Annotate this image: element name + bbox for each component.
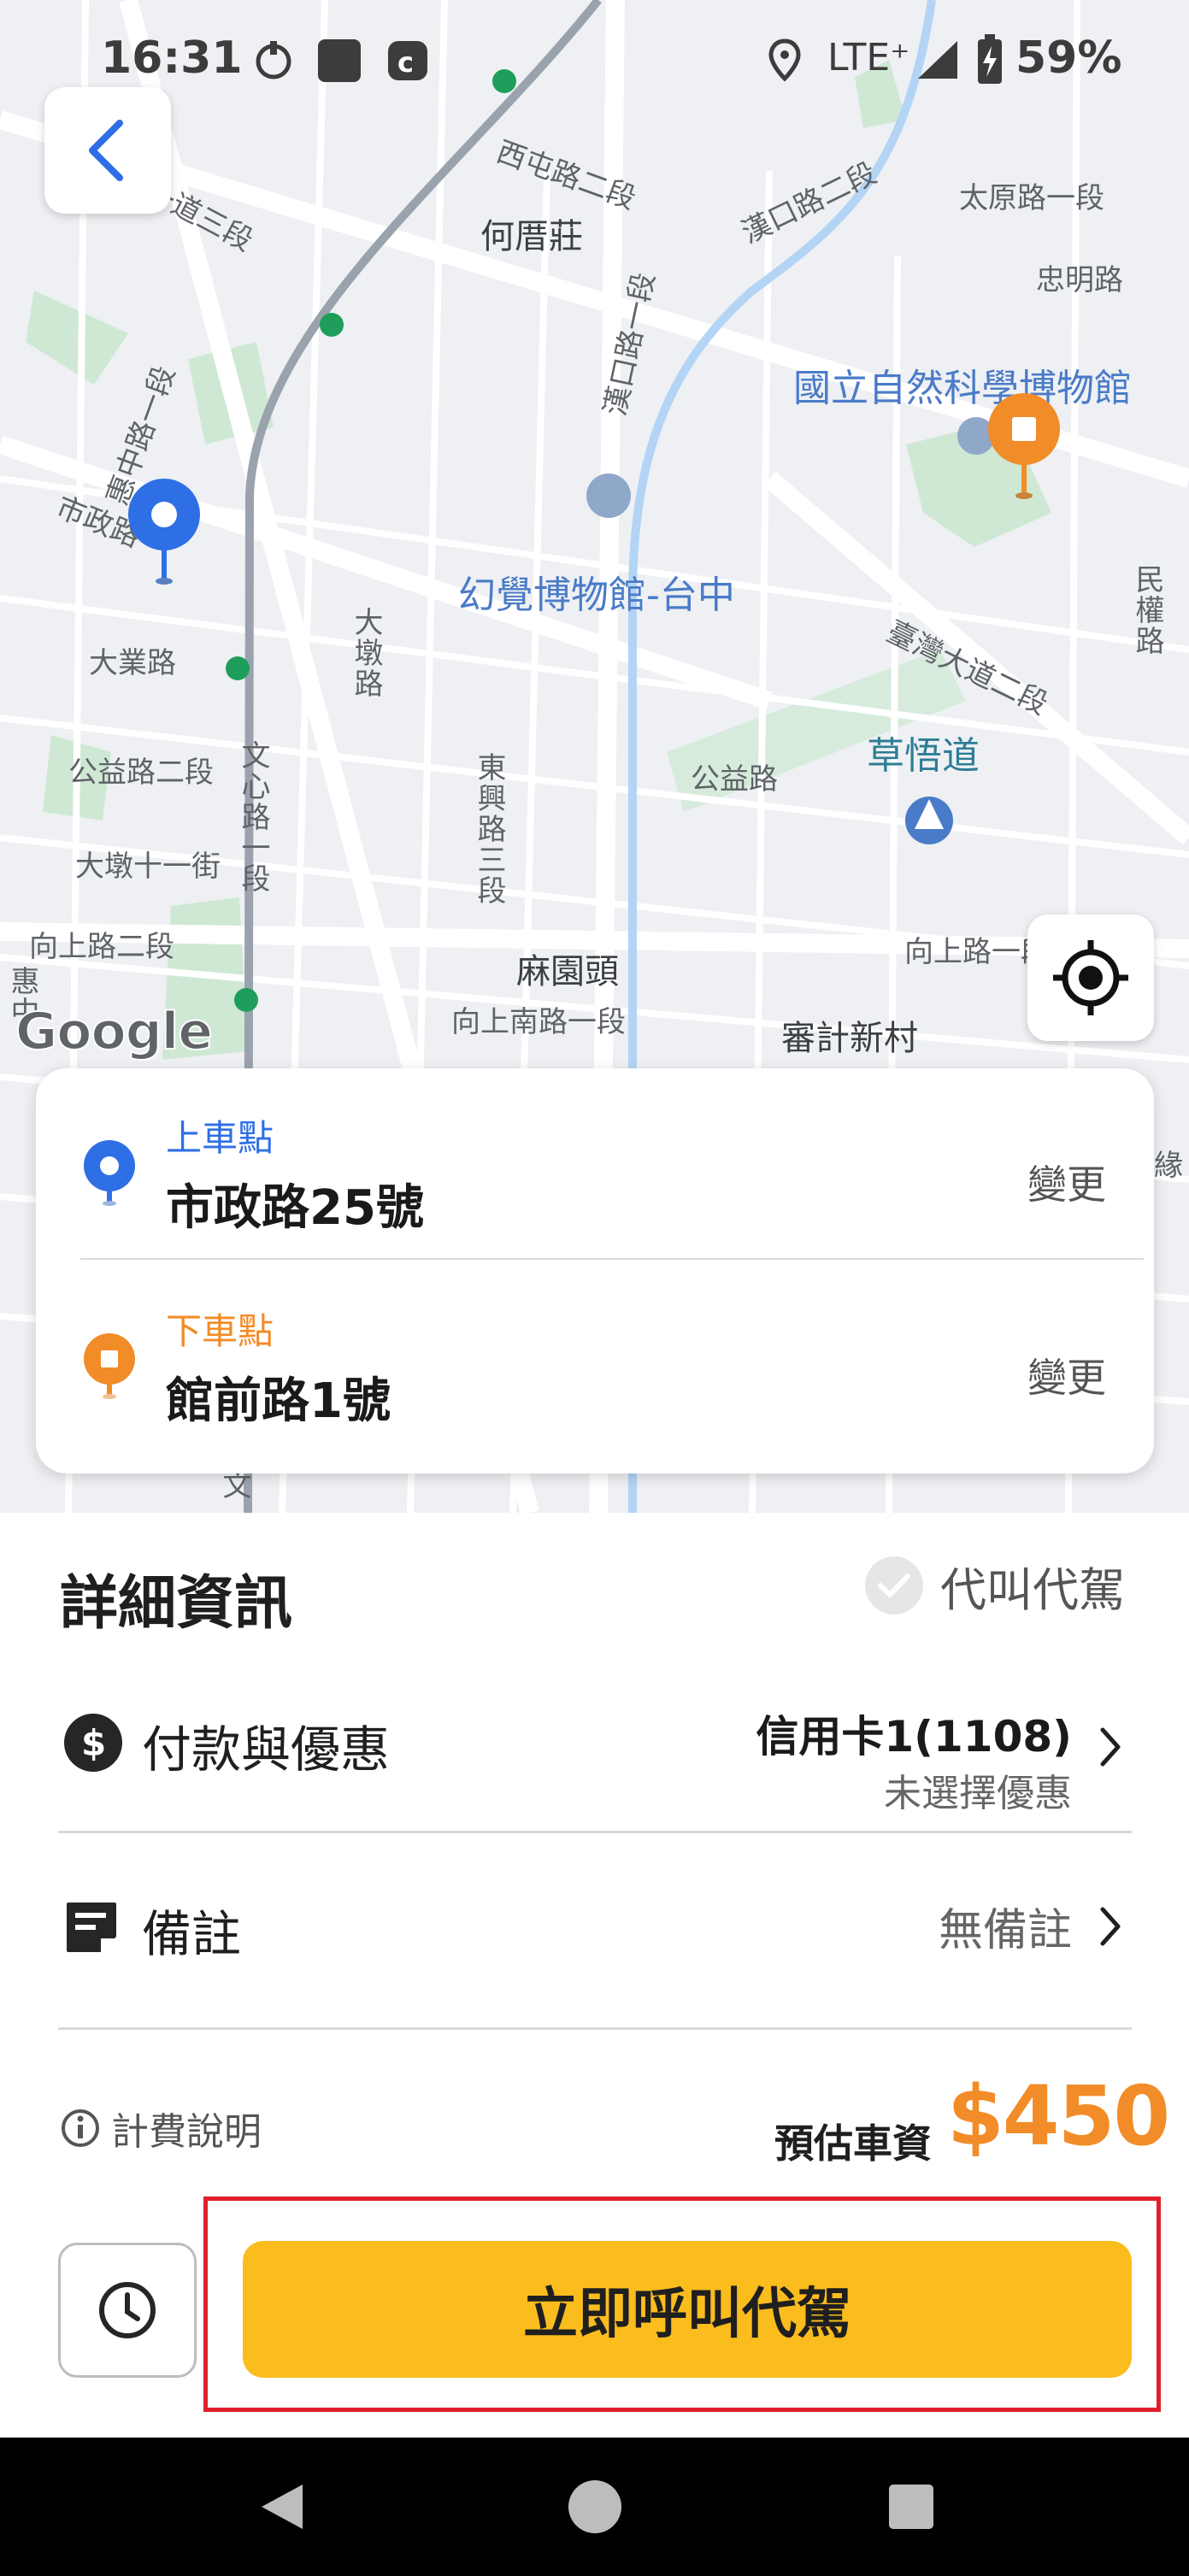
locate-icon (1053, 940, 1128, 1015)
status-time: 16:31 (101, 32, 243, 84)
note-icon (67, 1903, 116, 1952)
map-label: 緣 (1154, 1149, 1183, 1183)
payment-card: 信用卡1(1108) (756, 1712, 1072, 1761)
divider (80, 1258, 1144, 1260)
image-notification-icon (318, 39, 361, 82)
back-button[interactable] (44, 87, 171, 214)
map-label: 文心路一段 (236, 740, 270, 894)
app-notification-icon (256, 41, 291, 79)
dollar-icon: $ (64, 1714, 122, 1772)
map-label: 麻園頭 (516, 952, 619, 991)
map-label: 民權路 (1130, 564, 1164, 656)
map-label: 向上南路一段 (451, 1005, 626, 1039)
battery-charging-icon (978, 34, 1002, 84)
app-c-notification-icon: c (388, 41, 427, 80)
map-label: 何厝莊 (480, 217, 583, 256)
chevron-right-icon (1100, 1907, 1121, 1946)
pickup-pin-icon (128, 479, 200, 585)
map-label-caowudao: 草悟道 (867, 734, 980, 778)
map-label: 文 (217, 1470, 251, 1501)
dropoff-label: 下車點 (166, 1310, 274, 1352)
pickup-address: 市政路25號 (166, 1180, 424, 1236)
route-card: 上車點 市政路25號 變更 下車點 館前路1號 變更 (36, 1068, 1154, 1473)
dropoff-row[interactable]: 下車點 館前路1號 變更 (36, 1262, 1154, 1458)
map-label: 大墩路 (349, 607, 383, 699)
svg-text:c: c (397, 46, 414, 79)
google-logo: Google (15, 1001, 214, 1062)
nav-recents-button[interactable] (868, 2438, 954, 2576)
map-label: 東興路三段 (472, 752, 506, 906)
nav-home-icon (568, 2480, 621, 2533)
svg-text:$: $ (81, 1722, 106, 1764)
pickup-label: 上車點 (166, 1117, 274, 1159)
note-label: 備註 (142, 1905, 242, 1963)
divider (58, 1831, 1132, 1833)
proxy-call-label: 代叫代駕 (940, 1562, 1125, 1617)
nav-home-button[interactable] (552, 2438, 638, 2576)
status-bar: 16:31 c LTE⁺ 59% (0, 0, 1189, 120)
map-label-illusion-museum: 幻覺博物館-台中 (458, 573, 735, 617)
map-label: 大業路 (89, 646, 176, 680)
map-label-museum: 國立自然科學博物館 (793, 367, 1132, 410)
dropoff-pin-icon (988, 393, 1060, 499)
proxy-call-toggle[interactable]: 代叫代駕 (865, 1551, 1125, 1620)
my-location-button[interactable] (1027, 915, 1154, 1041)
check-icon[interactable] (865, 1556, 923, 1614)
divider (58, 2027, 1132, 2030)
payment-coupon: 未選擇優惠 (884, 1772, 1072, 1815)
payment-row[interactable]: $ 付款與優惠 信用卡1(1108) 未選擇優惠 (58, 1691, 1132, 1827)
map-label: 審計新村 (781, 1019, 918, 1058)
nav-back-icon (262, 2485, 303, 2529)
fare-estimate-label: 預估車資 (774, 2120, 932, 2167)
fare-amount: $450 (947, 2068, 1170, 2164)
map-label: 大墩十一街 (75, 850, 221, 884)
nav-back-button[interactable] (239, 2438, 325, 2576)
info-icon (62, 2109, 99, 2147)
back-chevron-icon (89, 120, 123, 181)
map-label: 向上路二段 (29, 930, 174, 964)
location-icon (768, 38, 801, 82)
system-nav-bar (0, 2438, 1189, 2576)
schedule-button[interactable] (58, 2243, 197, 2378)
clock-icon (99, 2282, 156, 2338)
note-value: 無備註 (938, 1905, 1072, 1956)
map-label: 公益路 (691, 762, 778, 797)
note-row[interactable]: 備註 無備註 (58, 1868, 1132, 1997)
map-label: 太原路一段 (959, 181, 1104, 215)
battery-level: 59% (1015, 32, 1122, 84)
fare-info-link[interactable]: 計費說明 (60, 2104, 262, 2154)
fare-info-label: 計費說明 (111, 2110, 262, 2154)
dropoff-address: 館前路1號 (166, 1373, 391, 1429)
map-label: 公益路二段 (68, 756, 214, 790)
details-title: 詳細資訊 (60, 1570, 293, 1638)
chevron-right-icon (1100, 1727, 1121, 1767)
pickup-pin-icon (84, 1140, 135, 1206)
dropoff-pin-icon (84, 1333, 135, 1399)
pickup-change-link[interactable]: 變更 (1027, 1154, 1106, 1210)
pickup-row[interactable]: 上車點 市政路25號 變更 (36, 1068, 1154, 1265)
map-label: 忠明路 (1036, 263, 1123, 297)
nav-recents-icon (889, 2485, 933, 2529)
signal-icon (918, 41, 957, 79)
call-now-button[interactable]: 立即呼叫代駕 (243, 2241, 1132, 2378)
payment-label: 付款與優惠 (142, 1720, 391, 1779)
network-type: LTE⁺ (827, 36, 910, 79)
dropoff-change-link[interactable]: 變更 (1027, 1347, 1106, 1403)
